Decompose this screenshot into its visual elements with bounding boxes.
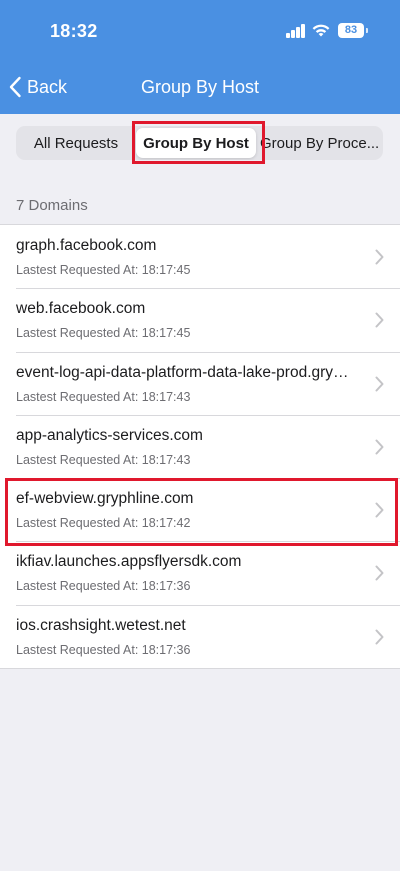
segment-group-by-process[interactable]: Group By Proce... (256, 128, 381, 158)
status-bar: 18:32 83 (0, 0, 400, 62)
list-item[interactable]: graph.facebook.com Lastest Requested At:… (0, 225, 400, 289)
last-requested-time: Lastest Requested At: 18:17:42 (16, 516, 191, 531)
chevron-right-icon (375, 565, 384, 581)
status-time: 18:32 (50, 21, 98, 41)
last-requested-time: Lastest Requested At: 18:17:45 (16, 326, 191, 341)
list-item[interactable]: event-log-api-data-platform-data-lake-pr… (0, 351, 400, 415)
chevron-right-icon (375, 312, 384, 328)
chevron-right-icon (375, 376, 384, 392)
domains-count-header: 7 Domains (16, 197, 88, 214)
navigation-bar: Back Group By Host (0, 62, 400, 114)
host-name: ios.crashsight.wetest.net (16, 616, 186, 634)
last-requested-time: Lastest Requested At: 18:17:43 (16, 452, 191, 467)
chevron-right-icon (375, 629, 384, 645)
last-requested-time: Lastest Requested At: 18:17:36 (16, 642, 191, 657)
host-name: app-analytics-services.com (16, 426, 203, 444)
segment-area: All Requests Group By Host Group By Proc… (0, 114, 400, 174)
segmented-control: All Requests Group By Host Group By Proc… (16, 126, 383, 160)
wifi-icon (312, 24, 330, 37)
chevron-right-icon (375, 502, 384, 518)
chevron-right-icon (375, 439, 384, 455)
last-requested-time: Lastest Requested At: 18:17:45 (16, 263, 191, 277)
list-item[interactable]: ikfiav.launches.appsflyersdk.com Lastest… (0, 541, 400, 605)
cellular-signal-icon (286, 24, 306, 38)
host-name: web.facebook.com (16, 300, 146, 318)
page-title: Group By Host (140, 77, 260, 97)
battery-icon: 83 (338, 23, 368, 38)
segment-group-by-host[interactable]: Group By Host (136, 128, 256, 158)
last-requested-time: Lastest Requested At: 18:17:36 (16, 579, 191, 594)
battery-level: 83 (344, 24, 358, 36)
list-item[interactable]: app-analytics-services.com Lastest Reque… (0, 414, 400, 479)
host-name: ef-webview.gryphline.com (16, 490, 194, 508)
segment-all-requests[interactable]: All Requests (16, 128, 136, 158)
host-name: ikfiav.launches.appsflyersdk.com (16, 553, 242, 571)
host-name: graph.facebook.com (16, 237, 157, 254)
domain-list: graph.facebook.com Lastest Requested At:… (0, 224, 400, 670)
list-item[interactable]: web.facebook.com Lastest Requested At: 1… (0, 288, 400, 352)
chevron-right-icon (375, 249, 384, 265)
host-name: event-log-api-data-platform-data-lake-pr… (16, 363, 354, 381)
list-item[interactable]: ef-webview.gryphline.com Lastest Request… (0, 478, 400, 542)
last-requested-time: Lastest Requested At: 18:17:43 (16, 389, 191, 404)
app-header: 18:32 83 Back Group By Host (0, 0, 400, 114)
list-item[interactable]: ios.crashsight.wetest.net Lastest Reques… (0, 604, 400, 669)
